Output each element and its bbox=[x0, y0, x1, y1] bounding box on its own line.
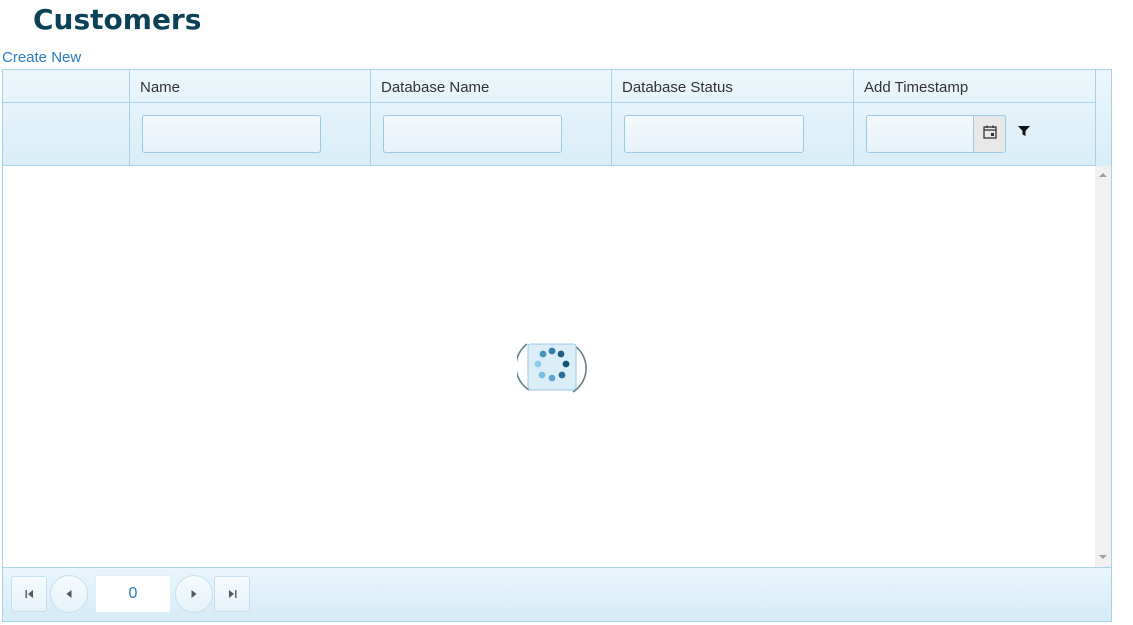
column-header-label: Add Timestamp bbox=[864, 79, 969, 96]
page-title: Customers bbox=[33, 3, 202, 36]
filter-cell-database-name bbox=[370, 103, 611, 165]
prev-page-button[interactable] bbox=[50, 575, 88, 613]
column-header-database-name[interactable]: Database Name bbox=[370, 70, 611, 102]
column-header-add-timestamp[interactable]: Add Timestamp bbox=[853, 70, 1095, 102]
create-new-link[interactable]: Create New bbox=[2, 49, 81, 66]
header-scroll-spacer bbox=[1095, 70, 1111, 166]
column-header-select bbox=[3, 70, 129, 102]
filter-cell-select bbox=[3, 103, 129, 165]
first-page-icon bbox=[25, 585, 34, 603]
filter-cell-name bbox=[129, 103, 370, 165]
column-header-label: Name bbox=[140, 79, 181, 96]
loading-spinner-icon bbox=[515, 340, 587, 396]
name-filter-input[interactable] bbox=[142, 115, 321, 153]
filter-button[interactable] bbox=[1014, 123, 1034, 143]
prev-page-icon bbox=[66, 585, 72, 603]
column-header-label: Database Name bbox=[381, 79, 490, 96]
grid-body bbox=[3, 166, 1095, 567]
filter-cell-database-status bbox=[611, 103, 853, 165]
date-picker-button[interactable] bbox=[973, 115, 1006, 153]
scroll-down-arrow-icon[interactable] bbox=[1099, 553, 1107, 561]
current-page-input[interactable] bbox=[95, 575, 171, 613]
calendar-icon bbox=[982, 125, 997, 144]
column-header-database-status[interactable]: Database Status bbox=[611, 70, 853, 102]
column-header-name[interactable]: Name bbox=[129, 70, 370, 102]
add-timestamp-filter-input[interactable] bbox=[866, 115, 974, 153]
filter-cell-add-timestamp bbox=[853, 103, 1095, 165]
last-page-button[interactable] bbox=[214, 576, 250, 612]
first-page-button[interactable] bbox=[11, 576, 47, 612]
last-page-icon bbox=[228, 585, 237, 603]
vertical-scrollbar[interactable] bbox=[1095, 166, 1111, 567]
database-status-filter-input[interactable] bbox=[624, 115, 804, 153]
grid-header: Name Database Name Database Status Add T… bbox=[3, 70, 1095, 166]
next-page-icon bbox=[191, 585, 197, 603]
filter-icon bbox=[1017, 124, 1031, 143]
next-page-button[interactable] bbox=[175, 575, 213, 613]
scroll-up-arrow-icon[interactable] bbox=[1099, 171, 1107, 179]
customers-grid: Name Database Name Database Status Add T… bbox=[2, 69, 1112, 622]
database-name-filter-input[interactable] bbox=[383, 115, 562, 153]
column-header-row: Name Database Name Database Status Add T… bbox=[3, 70, 1095, 103]
grid-pager bbox=[3, 567, 1111, 621]
filter-row bbox=[3, 103, 1095, 166]
column-header-label: Database Status bbox=[622, 79, 733, 96]
